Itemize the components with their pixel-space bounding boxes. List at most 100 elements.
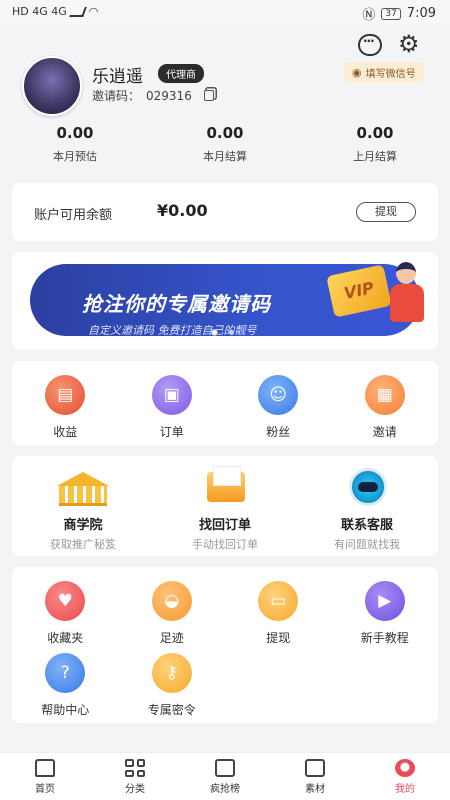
menu-label: 订单 <box>159 425 184 439</box>
stat-value: 0.00 <box>206 124 244 142</box>
earnings-stats: 0.00 本月预估 0.00 本月结算 0.00 上月结算 <box>0 124 450 170</box>
invite-code-line: 邀请码： 029316 <box>92 87 214 104</box>
promo-banner-card: 抢注你的专属邀请码 自定义邀请码 免费打造自己的靓号 VIP <box>12 252 438 350</box>
carousel-dot[interactable] <box>229 330 234 335</box>
stat-month-settled[interactable]: 0.00 本月结算 <box>150 124 300 170</box>
stat-label: 本月结算 <box>203 150 247 163</box>
fans-icon: ☺ <box>258 375 299 415</box>
feature-subtitle: 手动找回订单 <box>192 538 258 551</box>
tab-label: 我的 <box>395 784 415 795</box>
balance-card: 账户可用余额 ¥0.00 提现 <box>12 183 438 241</box>
menu-item-withdraw[interactable]: ▭ 提现 <box>225 581 332 646</box>
tab-label: 首页 <box>35 784 55 795</box>
menu-item-tutorial[interactable]: ▶ 新手教程 <box>332 581 439 646</box>
invite-code-value: 029316 <box>146 88 192 103</box>
feature-subtitle: 有问题就找我 <box>334 538 400 551</box>
stat-label: 上月结算 <box>353 150 397 163</box>
menu-item-help[interactable]: ? 帮助中心 <box>12 653 119 718</box>
signal-icon <box>68 6 87 17</box>
envelope-icon <box>197 466 253 508</box>
copy-icon[interactable] <box>203 90 214 101</box>
gear-icon[interactable]: ⚙ <box>398 32 420 56</box>
menu-label: 粉丝 <box>266 425 291 439</box>
profile-header: ⚙ 乐逍遥 代理商 邀请码： 029316 ◉ 填写微信号 <box>0 24 450 120</box>
menu-item-secret-code[interactable]: ⚷ 专属密令 <box>119 653 226 718</box>
feature-business-school[interactable]: 商学院 获取推广秘笈 <box>12 468 154 552</box>
feature-title: 联系客服 <box>340 518 393 533</box>
status-bar: HD 4G 4G ◠ Ⓝ 37 7:09 <box>0 0 450 24</box>
heart-icon: ♥ <box>45 581 86 621</box>
tab-label: 素材 <box>305 784 325 795</box>
menu-item-fans[interactable]: ☺ 粉丝 <box>225 375 332 440</box>
gift-icon: ▦ <box>364 375 405 415</box>
invite-code-label: 邀请码： <box>92 89 141 103</box>
stat-month-estimate[interactable]: 0.00 本月预估 <box>0 124 150 170</box>
carousel-dots <box>212 330 234 335</box>
menu-label: 提现 <box>266 631 291 645</box>
tools-menu-card: ♥ 收藏夹 ◒ 足迹 ▭ 提现 ▶ 新手教程 ? 帮助中心 ⚷ 专属密令 <box>12 567 438 723</box>
home-icon <box>35 759 55 777</box>
tab-me[interactable]: 我的 <box>360 753 450 800</box>
tab-ranking[interactable]: 疯抢榜 <box>180 753 270 800</box>
material-icon <box>305 759 325 777</box>
footprint-icon: ◒ <box>151 581 192 621</box>
menu-label: 专属密令 <box>147 703 196 717</box>
feature-title: 找回订单 <box>198 518 251 533</box>
menu-item-orders[interactable]: ▣ 订单 <box>119 375 226 440</box>
carousel-dot[interactable] <box>212 330 217 335</box>
fill-wechat-button[interactable]: ◉ 填写微信号 <box>344 62 424 83</box>
feature-menu-card: 商学院 获取推广秘笈 找回订单 手动找回订单 联系客服 有问题就找我 <box>12 456 438 556</box>
menu-item-income[interactable]: ▤ 收益 <box>12 375 119 440</box>
menu-item-favorites[interactable]: ♥ 收藏夹 <box>12 581 119 646</box>
help-icon: ? <box>45 653 86 693</box>
order-icon: ▣ <box>151 375 192 415</box>
wechat-icon: ◉ <box>352 66 362 79</box>
wifi-icon: ◠ <box>88 5 99 18</box>
key-icon: ⚷ <box>151 653 192 693</box>
withdraw-icon: ▭ <box>258 581 299 621</box>
avatar[interactable] <box>22 56 82 116</box>
username: 乐逍遥 <box>92 67 143 87</box>
menu-label: 帮助中心 <box>41 703 90 717</box>
feature-subtitle: 获取推广秘笈 <box>50 538 116 551</box>
feature-customer-service[interactable]: 联系客服 有问题就找我 <box>296 468 438 552</box>
signal-indicators: HD 4G 4G ◠ <box>12 5 98 18</box>
bottom-tab-bar: 首页 分类 疯抢榜 素材 我的 <box>0 752 450 800</box>
feature-title: 商学院 <box>63 518 103 533</box>
message-icon[interactable] <box>358 34 382 56</box>
menu-label: 收益 <box>53 425 78 439</box>
banner-title: 抢注你的专属邀请码 <box>82 292 271 316</box>
withdraw-button[interactable]: 提现 <box>356 202 416 222</box>
nfc-icon: Ⓝ <box>362 8 376 23</box>
fill-wechat-label: 填写微信号 <box>365 69 416 80</box>
menu-item-invite[interactable]: ▦ 邀请 <box>332 375 439 440</box>
tab-label: 疯抢榜 <box>210 784 240 795</box>
menu-label: 收藏夹 <box>47 631 84 645</box>
person-illustration <box>390 262 426 334</box>
menu-item-footprint[interactable]: ◒ 足迹 <box>119 581 226 646</box>
play-icon: ▶ <box>364 581 405 621</box>
tab-home[interactable]: 首页 <box>0 753 90 800</box>
robot-icon <box>339 468 395 508</box>
status-network-label: HD 4G 4G <box>12 5 67 18</box>
stat-value: 0.00 <box>56 124 94 142</box>
wallet-icon: ▤ <box>45 375 86 415</box>
stat-value: 0.00 <box>356 124 394 142</box>
balance-value: ¥0.00 <box>157 201 208 220</box>
tab-label: 分类 <box>125 784 145 795</box>
feature-retrieve-order[interactable]: 找回订单 手动找回订单 <box>154 466 296 552</box>
stat-last-month-settled[interactable]: 0.00 上月结算 <box>300 124 450 170</box>
role-badge: 代理商 <box>158 64 204 83</box>
school-icon <box>55 468 111 508</box>
menu-label: 邀请 <box>372 425 397 439</box>
status-time: 7:09 <box>406 6 436 21</box>
status-right: Ⓝ 37 7:09 <box>362 4 436 23</box>
tab-category[interactable]: 分类 <box>90 753 180 800</box>
stat-label: 本月预估 <box>53 150 97 163</box>
tab-material[interactable]: 素材 <box>270 753 360 800</box>
grid-icon <box>125 759 145 777</box>
me-icon <box>395 759 415 777</box>
menu-label: 足迹 <box>159 631 184 645</box>
rank-icon <box>215 759 235 777</box>
balance-label: 账户可用余额 <box>34 208 113 223</box>
